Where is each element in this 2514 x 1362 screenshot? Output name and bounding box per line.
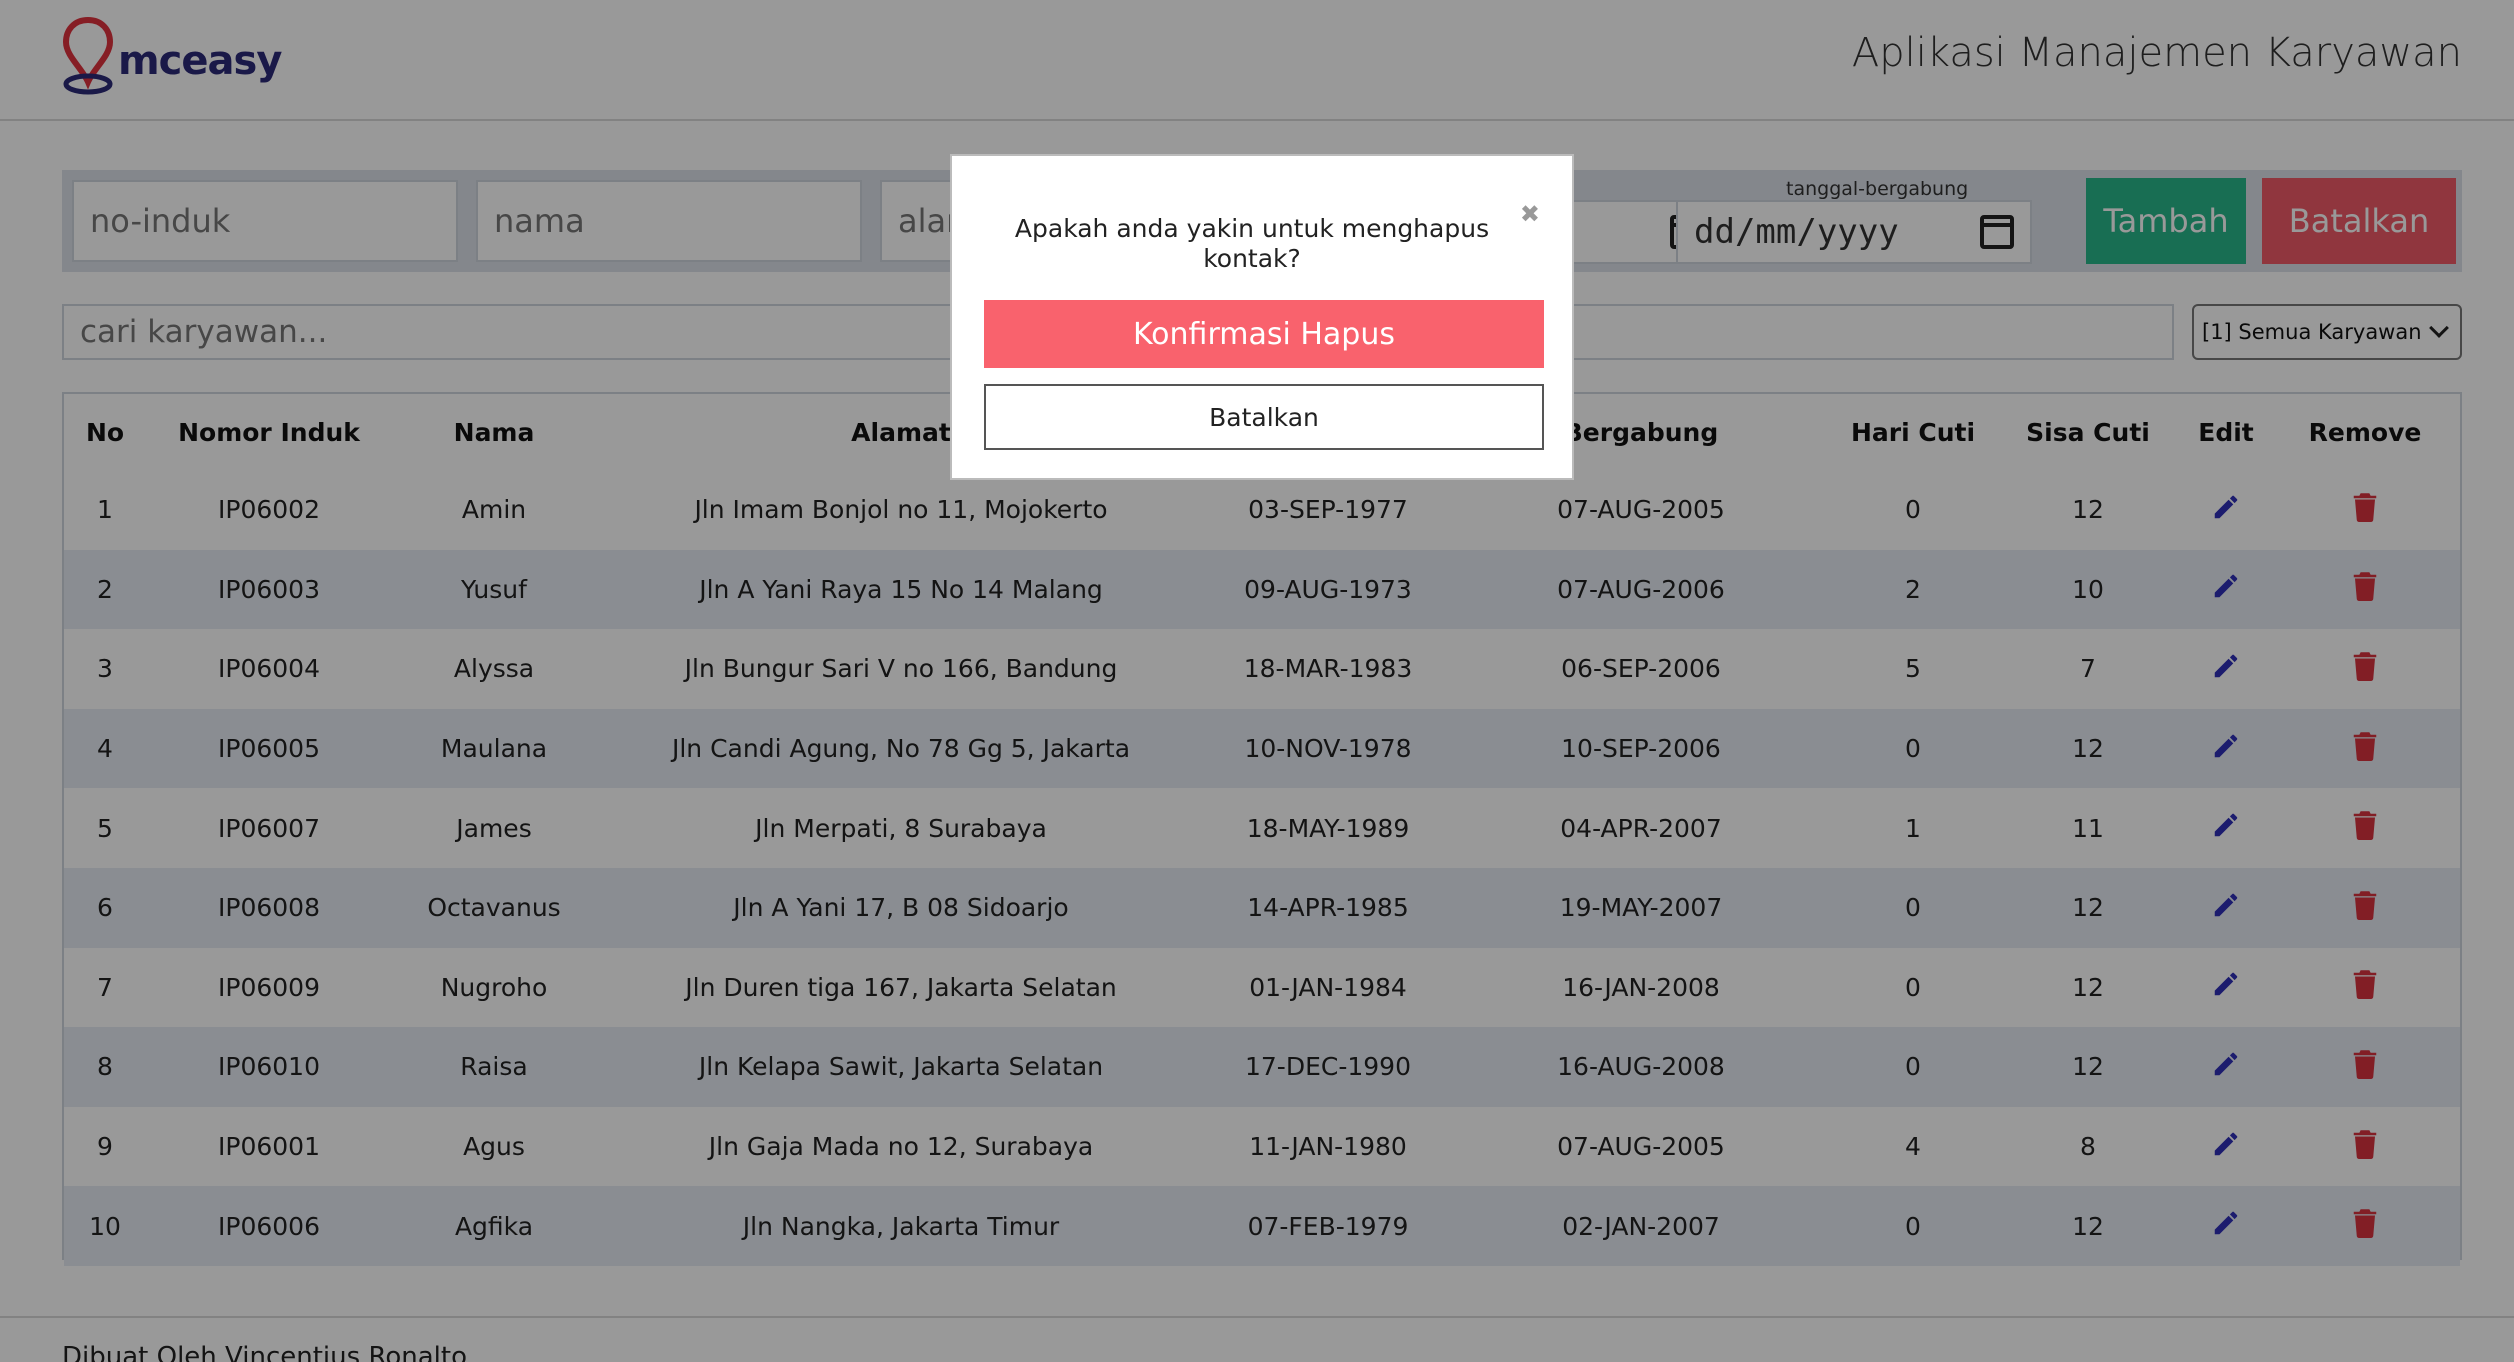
delete-confirm-dialog: ✖ Apakah anda yakin untuk menghapus kont… [950,154,1574,480]
dialog-message: Apakah anda yakin untuk menghapus kontak… [1014,214,1490,273]
confirm-delete-button[interactable]: Konfirmasi Hapus [984,300,1544,368]
close-icon[interactable]: ✖ [1520,200,1540,228]
cancel-button[interactable]: Batalkan [984,384,1544,450]
